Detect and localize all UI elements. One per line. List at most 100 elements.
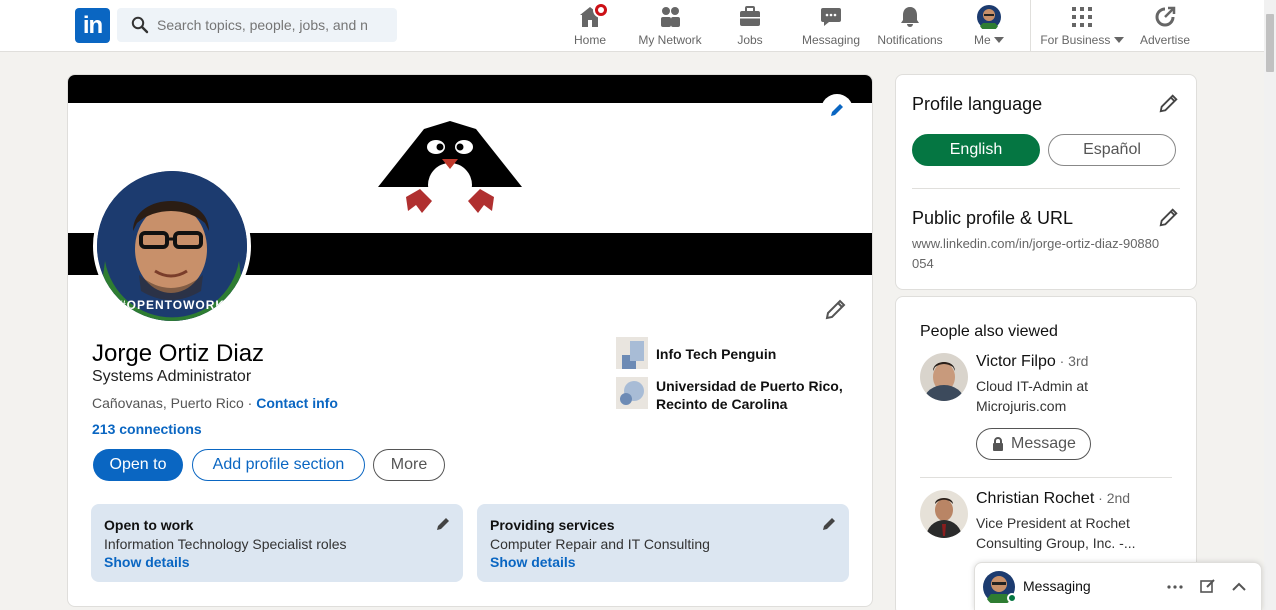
search-icon bbox=[131, 16, 149, 34]
linkedin-logo[interactable]: in bbox=[75, 8, 110, 43]
language-english-button[interactable]: English bbox=[912, 134, 1040, 166]
divider bbox=[920, 477, 1172, 478]
person-name[interactable]: Christian Rochet bbox=[976, 490, 1094, 507]
contact-info-link[interactable]: Contact info bbox=[256, 395, 338, 411]
nav-messaging-label: Messaging bbox=[801, 33, 861, 47]
page-scrollbar[interactable] bbox=[1264, 0, 1276, 610]
open-card-title: Open to work bbox=[104, 517, 194, 533]
public-profile-url[interactable]: www.linkedin.com/in/jorge-ortiz-diaz-908… bbox=[912, 234, 1162, 274]
public-profile-title: Public profile & URL bbox=[912, 208, 1074, 228]
nav-business-label-wrap: For Business bbox=[1040, 33, 1124, 47]
person-name-line: Victor Filpo · 3rd bbox=[976, 353, 1088, 371]
advertise-icon bbox=[1155, 6, 1176, 27]
nav-notifications[interactable]: Notifications bbox=[873, 4, 947, 50]
message-button[interactable]: Message bbox=[976, 428, 1091, 460]
nav-jobs[interactable]: Jobs bbox=[730, 4, 770, 50]
person-name-line: Christian Rochet · 2nd bbox=[976, 490, 1130, 508]
caret-down-icon bbox=[1113, 37, 1124, 43]
pencil-icon[interactable] bbox=[435, 516, 451, 532]
profile-location-line: Cañovanas, Puerto Rico · Contact info bbox=[92, 395, 338, 411]
person-avatar bbox=[920, 353, 968, 401]
company-logo bbox=[616, 337, 648, 369]
more-button[interactable]: More bbox=[373, 449, 445, 481]
person-name[interactable]: Victor Filpo bbox=[976, 353, 1056, 370]
profile-settings-card: Profile language English Español Public … bbox=[895, 74, 1197, 290]
user-avatar-small bbox=[977, 5, 1001, 29]
nav-advertise-label: Advertise bbox=[1139, 33, 1191, 47]
top-navigation-bar: in Home My Network Jobs Messaging Notifi… bbox=[0, 0, 1264, 52]
nav-jobs-label: Jobs bbox=[737, 33, 763, 47]
open-card-desc: Information Technology Specialist roles bbox=[104, 536, 347, 552]
open-to-work-card[interactable]: Open to work Information Technology Spec… bbox=[91, 504, 463, 582]
briefcase-icon bbox=[740, 6, 760, 26]
person-title: Vice President at Rochet Consulting Grou… bbox=[976, 515, 1136, 551]
divider bbox=[912, 188, 1180, 189]
open-to-work-frame-text: #OPENTOWORK bbox=[118, 298, 226, 312]
person-suggestion[interactable]: Christian Rochet · 2nd Vice President at… bbox=[920, 490, 1180, 551]
nav-for-business[interactable]: For Business bbox=[1040, 4, 1124, 50]
pencil-icon[interactable] bbox=[821, 516, 837, 532]
nav-divider bbox=[1030, 0, 1031, 52]
search-box[interactable] bbox=[117, 8, 397, 42]
nav-home-label: Home bbox=[573, 33, 606, 47]
services-card-desc: Computer Repair and IT Consulting bbox=[490, 536, 710, 552]
online-status-dot bbox=[1007, 593, 1017, 603]
nav-me[interactable]: Me bbox=[968, 4, 1010, 50]
org-education[interactable]: Universidad de Puerto Rico, Recinto de C… bbox=[616, 377, 846, 413]
messaging-dock[interactable]: Messaging bbox=[974, 562, 1262, 610]
profile-location: Cañovanas, Puerto Rico bbox=[92, 395, 244, 411]
person-title: Cloud IT-Admin at Microjuris.com bbox=[976, 378, 1089, 414]
grid-icon bbox=[1072, 7, 1092, 27]
providing-services-card[interactable]: Providing services Computer Repair and I… bbox=[477, 504, 849, 582]
nav-my-network[interactable]: My Network bbox=[632, 4, 708, 50]
show-details-link[interactable]: Show details bbox=[104, 554, 450, 570]
nav-home[interactable]: Home bbox=[565, 2, 615, 50]
open-to-button[interactable]: Open to bbox=[93, 449, 183, 481]
profile-name: Jorge Ortiz Diaz bbox=[92, 340, 265, 367]
nav-notifications-label: Notifications bbox=[877, 33, 943, 47]
search-input[interactable] bbox=[157, 8, 382, 42]
connections-link[interactable]: 213 connections bbox=[92, 421, 202, 437]
notification-badge bbox=[593, 2, 609, 18]
school-logo bbox=[616, 377, 648, 409]
nav-messaging[interactable]: Messaging bbox=[800, 4, 862, 50]
caret-down-icon bbox=[994, 37, 1004, 43]
nav-me-label: Me bbox=[973, 33, 991, 47]
connection-degree: · 3rd bbox=[1055, 353, 1089, 369]
org-company-name: Info Tech Penguin bbox=[656, 346, 777, 362]
org-current-company[interactable]: Info Tech Penguin bbox=[616, 337, 776, 369]
person-avatar bbox=[920, 490, 968, 538]
chevron-up-icon[interactable] bbox=[1231, 579, 1247, 595]
edit-url-pencil-icon[interactable] bbox=[1158, 206, 1180, 228]
pencil-icon bbox=[831, 104, 843, 116]
nav-network-label: My Network bbox=[638, 33, 702, 47]
compose-icon[interactable] bbox=[1200, 578, 1216, 594]
edit-intro-pencil-icon[interactable] bbox=[824, 297, 848, 321]
lock-icon bbox=[993, 437, 1004, 451]
location-separator: · bbox=[243, 395, 257, 411]
nav-advertise[interactable]: Advertise bbox=[1136, 4, 1194, 50]
profile-photo[interactable]: #OPENTOWORK bbox=[93, 167, 251, 325]
add-profile-section-button[interactable]: Add profile section bbox=[192, 449, 365, 481]
nav-me-label-wrap: Me bbox=[968, 33, 1010, 47]
message-button-label: Message bbox=[1011, 435, 1076, 452]
edit-language-pencil-icon[interactable] bbox=[1158, 92, 1180, 114]
penguin-banner-image bbox=[378, 121, 522, 213]
language-spanish-button[interactable]: Español bbox=[1048, 134, 1176, 166]
profile-headline: Systems Administrator bbox=[92, 368, 252, 385]
person-suggestion[interactable]: Victor Filpo · 3rd Cloud IT-Admin at Mic… bbox=[920, 353, 1180, 463]
scrollbar-thumb[interactable] bbox=[1266, 14, 1274, 72]
edit-banner-button[interactable] bbox=[821, 94, 853, 126]
people-icon bbox=[661, 7, 680, 27]
show-details-link[interactable]: Show details bbox=[490, 554, 836, 570]
services-card-title: Providing services bbox=[490, 517, 615, 533]
profile-card: #OPENTOWORK Jorge Ortiz Diaz Systems Adm… bbox=[67, 74, 873, 607]
connection-degree: · 2nd bbox=[1094, 490, 1131, 506]
chat-icon bbox=[821, 8, 841, 26]
messaging-dock-label: Messaging bbox=[1023, 578, 1091, 594]
nav-business-label: For Business bbox=[1040, 33, 1111, 47]
bell-icon bbox=[901, 7, 919, 27]
banner-stripe-top bbox=[68, 75, 872, 103]
more-options-icon[interactable] bbox=[1167, 579, 1183, 595]
org-school-name: Universidad de Puerto Rico, Recinto de C… bbox=[656, 378, 843, 412]
